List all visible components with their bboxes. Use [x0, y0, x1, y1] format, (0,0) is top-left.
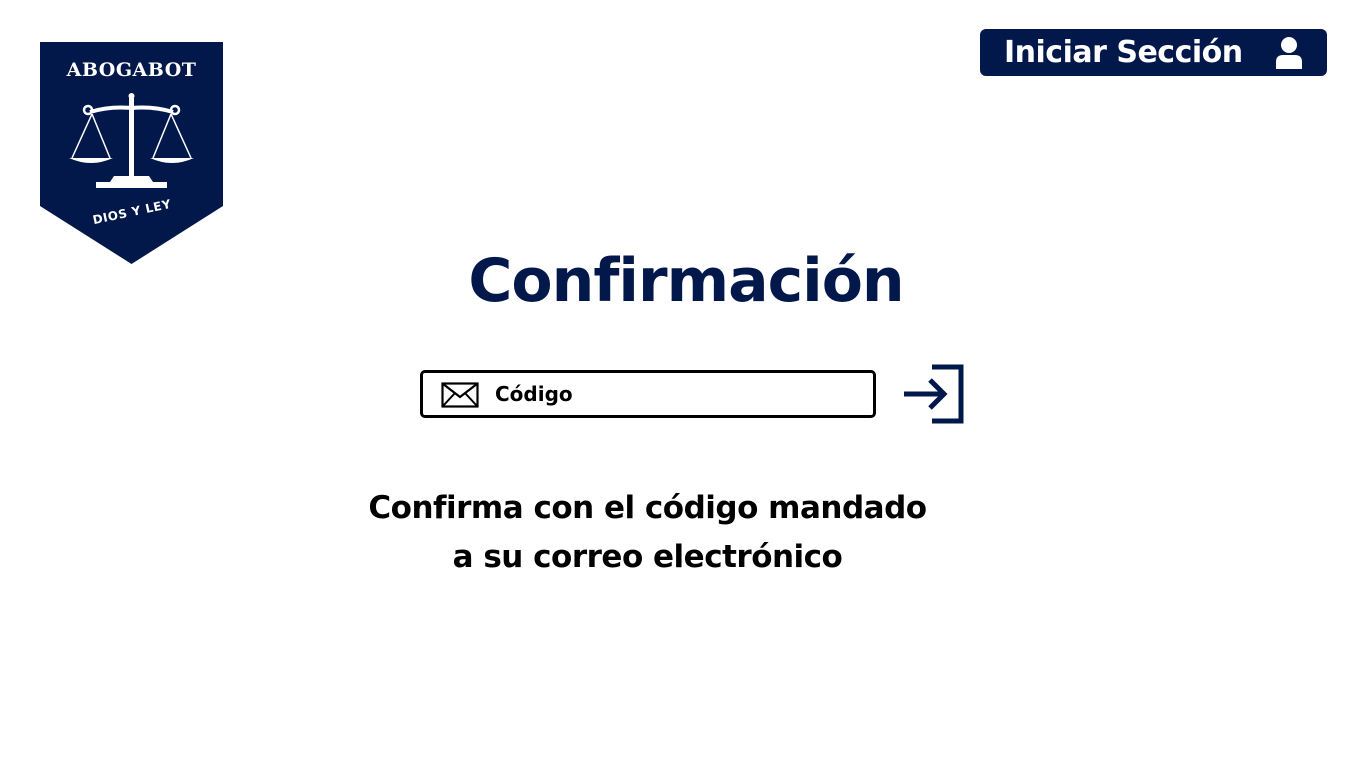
code-field[interactable]	[420, 370, 876, 418]
logo-motto: DIOS Y LEY	[40, 197, 223, 227]
page-title: Confirmación	[468, 246, 904, 316]
sign-in-icon	[904, 364, 964, 424]
message-line-2: a su correo electrónico	[452, 539, 843, 575]
envelope-icon	[441, 382, 479, 408]
logo-title: ABOGABOT	[66, 59, 197, 81]
login-button[interactable]: Iniciar Sección	[980, 29, 1327, 76]
code-input[interactable]	[495, 373, 855, 415]
message-line-1: Confirma con el código mandado	[368, 490, 927, 526]
submit-button[interactable]	[902, 364, 966, 424]
confirmation-message: Confirma con el código mandado a su corr…	[0, 484, 1295, 582]
login-button-label: Iniciar Sección	[1004, 35, 1243, 70]
confirmation-page: ABOGABOT DIOS Y LEY Iniciar Sección Conf…	[0, 0, 1366, 768]
user-icon	[1276, 37, 1302, 69]
abogabot-logo[interactable]: ABOGABOT DIOS Y LEY	[40, 42, 223, 264]
